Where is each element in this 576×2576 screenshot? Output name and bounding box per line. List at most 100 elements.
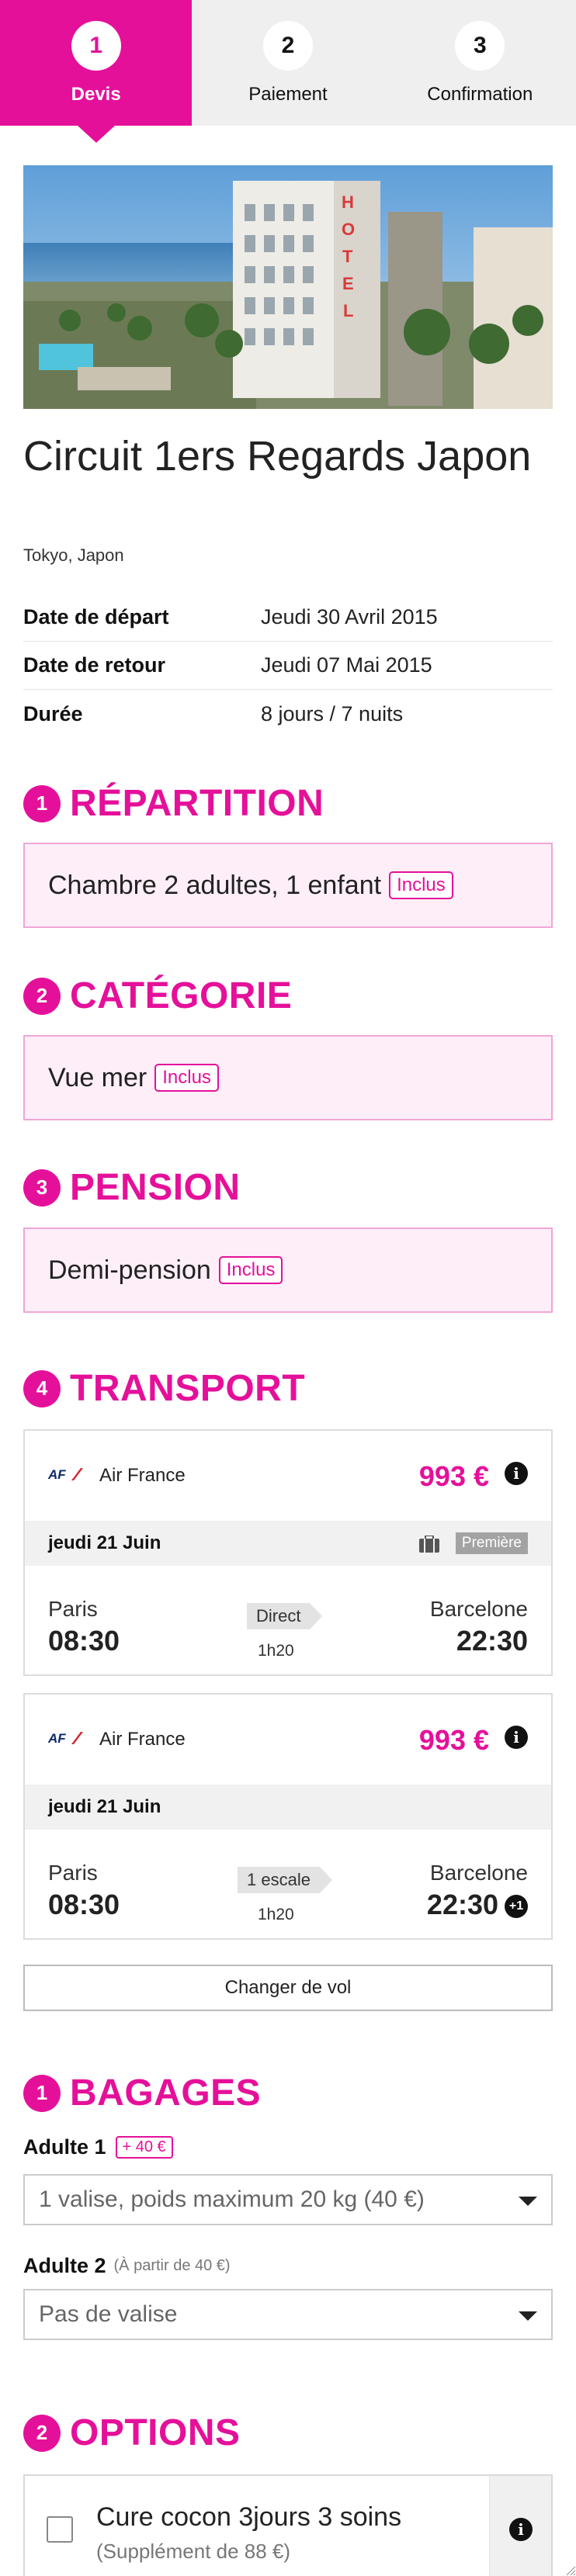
- section-title: RÉPARTITION: [70, 783, 324, 824]
- departure-time: 08:30: [48, 1889, 120, 1920]
- section-number: 1: [23, 2074, 61, 2112]
- air-france-logo-icon: AF: [48, 1467, 83, 1482]
- section-number: 2: [23, 977, 61, 1015]
- detail-value: 8 jours / 7 nuits: [261, 701, 404, 725]
- trip-title: Circuit 1ers Regards Japon: [23, 433, 532, 480]
- stops-flag: 1 escale: [238, 1867, 332, 1893]
- stops-flag: Direct: [247, 1603, 323, 1629]
- step-paiement[interactable]: 2 Paiement: [192, 0, 384, 126]
- chevron-down-icon: [519, 2311, 537, 2321]
- categorie-choice[interactable]: Vue mer Inclus: [23, 1035, 553, 1120]
- repartition-choice[interactable]: Chambre 2 adultes, 1 enfant Inclus: [23, 843, 553, 928]
- flight-card[interactable]: AF Air France 993 € i jeudi 21 Juin Pari…: [23, 1693, 553, 1940]
- option-title: Cure cocon 3jours 3 soins: [96, 2502, 402, 2532]
- air-france-logo-icon: AF: [48, 1731, 83, 1746]
- section-transport-header: 4 TRANSPORT: [23, 1367, 305, 1410]
- flight-duration: 1h20: [258, 1642, 294, 1660]
- flight-route: Paris 08:30 1 escale 1h20 Barcelone 22:3…: [25, 1830, 551, 1938]
- arrival-city: Barcelone: [429, 1597, 528, 1621]
- section-number: 4: [23, 1369, 61, 1407]
- option-checkbox[interactable]: [47, 2516, 73, 2543]
- pension-value: Demi-pension: [48, 1255, 211, 1285]
- departure-city: Paris: [48, 1861, 98, 1885]
- baggage-select-adult-1[interactable]: 1 valise, poids maximum 20 kg (40 €): [23, 2174, 553, 2225]
- info-icon[interactable]: i: [509, 2518, 533, 2541]
- flight-header: AF Air France 993 € i: [25, 1695, 551, 1785]
- price-note: (À partir de 40 €): [113, 2257, 231, 2274]
- baggage-icon: [419, 1536, 439, 1553]
- step-number: 1: [71, 21, 121, 71]
- detail-row: Date de départ Jeudi 30 Avril 2015: [23, 594, 553, 642]
- step-number: 3: [455, 21, 505, 71]
- step-label: Devis: [71, 84, 121, 105]
- hotel-photo: H O T E L: [23, 165, 553, 409]
- departure-time: 08:30: [48, 1625, 120, 1657]
- section-title: OPTIONS: [70, 2412, 241, 2453]
- section-number: 3: [23, 1169, 61, 1207]
- detail-row: Date de retour Jeudi 07 Mai 2015: [23, 642, 553, 690]
- departure-city: Paris: [48, 1597, 98, 1621]
- section-number: 1: [23, 784, 61, 822]
- flight-duration: 1h20: [258, 1906, 294, 1923]
- detail-label: Date de départ: [23, 605, 169, 628]
- flight-price: 993 €: [418, 1724, 489, 1756]
- step-label: Confirmation: [427, 84, 533, 105]
- selected-value: 1 valise, poids maximum 20 kg (40 €): [39, 2186, 425, 2212]
- arrival-time: 22:30: [456, 1625, 528, 1657]
- section-categorie-header: 2 CATÉGORIE: [23, 975, 292, 1017]
- flight-date: jeudi 21 Juin: [48, 1796, 161, 1817]
- cabin-class-badge: Première: [455, 1532, 528, 1554]
- step-label: Paiement: [248, 84, 328, 105]
- option-info-panel[interactable]: i: [489, 2476, 551, 2576]
- included-tag: Inclus: [389, 871, 453, 899]
- svg-text:T: T: [342, 247, 353, 266]
- section-bagages-header: 1 BAGAGES: [23, 2072, 261, 2114]
- detail-label: Date de retour: [23, 653, 166, 677]
- option-card[interactable]: Cure cocon 3jours 3 soins (Supplément de…: [23, 2474, 553, 2576]
- included-tag: Inclus: [154, 1064, 219, 1092]
- section-title: TRANSPORT: [70, 1368, 306, 1409]
- detail-label: Durée: [23, 701, 83, 725]
- detail-row: Durée 8 jours / 7 nuits: [23, 690, 553, 738]
- pension-choice[interactable]: Demi-pension Inclus: [23, 1227, 553, 1313]
- flight-date-band: jeudi 21 Juin: [25, 1785, 551, 1830]
- section-title: PENSION: [70, 1167, 241, 1208]
- resize-grip-icon[interactable]: [564, 2564, 576, 2576]
- step-devis[interactable]: 1 Devis: [0, 0, 193, 143]
- info-icon[interactable]: i: [505, 1726, 528, 1749]
- selected-value: Pas de valise: [39, 2301, 178, 2327]
- active-step-pointer: [77, 126, 115, 143]
- flight-date: jeudi 21 Juin: [48, 1532, 161, 1553]
- change-flight-button[interactable]: Changer de vol: [23, 1965, 553, 2011]
- step-number: 2: [262, 21, 313, 71]
- airline-name: Air France: [99, 1729, 186, 1750]
- flight-card[interactable]: AF Air France 993 € i jeudi 21 Juin Prem…: [23, 1429, 553, 1676]
- day-offset-badge: +1: [505, 1895, 528, 1918]
- repartition-value: Chambre 2 adultes, 1 enfant: [48, 870, 382, 900]
- svg-text:O: O: [342, 220, 355, 239]
- svg-text:AF: AF: [48, 1467, 66, 1482]
- passenger-name: Adulte 2: [23, 2254, 106, 2277]
- trip-details: Date de départ Jeudi 30 Avril 2015 Date …: [23, 594, 553, 738]
- detail-value: Jeudi 07 Mai 2015: [261, 653, 432, 677]
- section-number: 2: [23, 2414, 61, 2452]
- passenger-label: Adulte 1 + 40 €: [23, 2135, 173, 2159]
- baggage-select-adult-2[interactable]: Pas de valise: [23, 2289, 553, 2340]
- trip-location: Tokyo, Japon: [23, 545, 124, 565]
- chevron-down-icon: [519, 2197, 537, 2206]
- svg-text:AF: AF: [48, 1731, 66, 1746]
- step-confirmation[interactable]: 3 Confirmation: [383, 0, 576, 126]
- section-repartition-header: 1 RÉPARTITION: [23, 782, 324, 825]
- flight-header: AF Air France 993 € i: [25, 1431, 551, 1521]
- categorie-value: Vue mer: [48, 1062, 147, 1092]
- extra-price-tag: + 40 €: [115, 2136, 173, 2159]
- detail-value: Jeudi 30 Avril 2015: [261, 605, 438, 628]
- arrival-time: 22:30: [426, 1889, 498, 1920]
- info-icon[interactable]: i: [505, 1462, 528, 1485]
- arrival-city: Barcelone: [429, 1861, 528, 1885]
- flight-route: Paris 08:30 Direct 1h20 Barcelone 22:30: [25, 1566, 551, 1674]
- section-pension-header: 3 PENSION: [23, 1166, 241, 1209]
- airline-name: Air France: [99, 1465, 186, 1486]
- passenger-label: Adulte 2 (À partir de 40 €): [23, 2254, 231, 2278]
- included-tag: Inclus: [218, 1256, 283, 1284]
